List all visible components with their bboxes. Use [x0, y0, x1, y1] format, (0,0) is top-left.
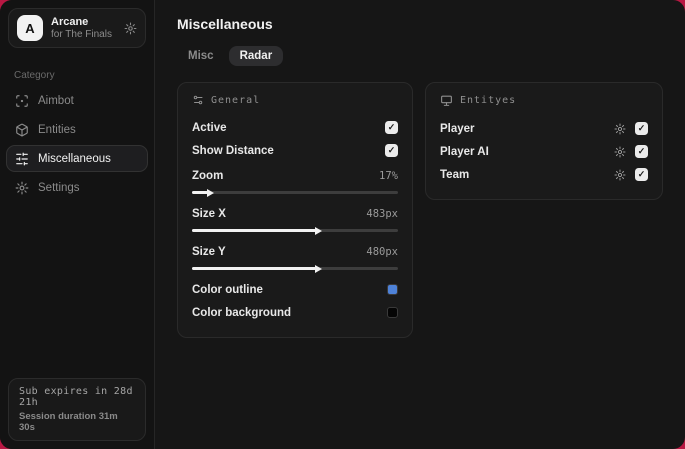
slider-label: Zoom	[192, 169, 224, 182]
slider-row-zoom: Zoom 17%	[192, 164, 398, 187]
gear-icon[interactable]	[614, 123, 626, 135]
sidebar-item-label: Settings	[38, 181, 80, 194]
slider-thumb[interactable]	[314, 264, 322, 273]
sidebar-nav: Aimbot Entities Miscellaneous Settings	[0, 87, 154, 201]
page-title: Miscellaneous	[177, 16, 273, 32]
check-icon: ✓	[637, 169, 646, 179]
checkbox-active[interactable]: ✓	[385, 121, 398, 134]
sliders-icon	[15, 152, 29, 166]
entity-row-player-ai: Player AI ✓	[440, 140, 648, 163]
tab-bar: Misc Radar	[177, 46, 663, 66]
app-window: A Arcane for The Finals Category Aimbot …	[0, 0, 685, 449]
box-icon	[15, 123, 29, 137]
slider-value: 17%	[379, 169, 398, 182]
sidebar-item-aimbot[interactable]: Aimbot	[6, 87, 148, 114]
tab-misc[interactable]: Misc	[177, 46, 225, 66]
entity-label: Player	[440, 122, 475, 135]
slider-value: 483px	[366, 207, 398, 220]
checkbox-show-distance[interactable]: ✓	[385, 144, 398, 157]
subscription-card: Sub expires in 28d 21h Session duration …	[8, 378, 146, 441]
slider-label: Size Y	[192, 245, 226, 258]
tab-radar[interactable]: Radar	[228, 46, 284, 66]
app-logo: A	[17, 15, 43, 41]
sidebar-item-miscellaneous[interactable]: Miscellaneous	[6, 145, 148, 172]
panel-title: Entityes	[460, 95, 517, 106]
settings-sliders-icon	[192, 94, 204, 106]
app-header: A Arcane for The Finals	[8, 8, 146, 48]
sidebar-item-label: Aimbot	[38, 94, 74, 107]
slider-value: 480px	[366, 245, 398, 258]
size-x-slider[interactable]	[192, 226, 398, 235]
checkbox-team[interactable]: ✓	[635, 168, 648, 181]
entities-panel: Entityes Player ✓ Player AI ✓ Team ✓	[425, 82, 663, 200]
check-icon: ✓	[637, 123, 646, 133]
zoom-slider[interactable]	[192, 188, 398, 197]
session-duration-text: Session duration 31m 30s	[19, 411, 118, 433]
checkbox-player-ai[interactable]: ✓	[635, 145, 648, 158]
sidebar-item-label: Miscellaneous	[38, 152, 111, 165]
sidebar-item-settings[interactable]: Settings	[6, 174, 148, 201]
checkbox-player[interactable]: ✓	[635, 122, 648, 135]
check-icon: ✓	[387, 122, 396, 132]
category-label: Category	[14, 70, 55, 81]
monitor-icon	[440, 94, 453, 107]
gear-icon[interactable]	[614, 169, 626, 181]
gear-icon[interactable]	[614, 146, 626, 158]
entity-row-team: Team ✓	[440, 163, 648, 186]
app-subtitle: for The Finals	[51, 28, 112, 40]
entity-row-player: Player ✓	[440, 117, 648, 140]
size-y-slider[interactable]	[192, 264, 398, 273]
gear-icon	[15, 181, 29, 195]
general-panel: General Active ✓ Show Distance ✓ Zoom 17…	[177, 82, 413, 338]
check-icon: ✓	[387, 145, 396, 155]
color-row-outline: Color outline	[192, 278, 398, 301]
color-swatch-outline[interactable]	[387, 284, 398, 295]
check-icon: ✓	[637, 146, 646, 156]
slider-row-size-y: Size Y 480px	[192, 240, 398, 263]
sidebar: A Arcane for The Finals Category Aimbot …	[0, 0, 155, 449]
gear-icon[interactable]	[124, 22, 137, 35]
toggle-label: Active	[192, 121, 227, 134]
crosshair-icon	[15, 94, 29, 108]
panel-title: General	[211, 94, 261, 106]
sidebar-item-label: Entities	[38, 123, 76, 136]
app-name: Arcane	[51, 15, 89, 28]
slider-label: Size X	[192, 207, 226, 220]
color-row-background: Color background	[192, 301, 398, 324]
slider-thumb[interactable]	[314, 226, 322, 235]
main-content: Miscellaneous Misc Radar General Active	[155, 0, 685, 449]
toggle-label: Show Distance	[192, 144, 274, 157]
sub-expiry-text: Sub expires in 28d 21h	[19, 386, 133, 408]
toggle-row-active: Active ✓	[192, 116, 398, 139]
slider-thumb[interactable]	[207, 188, 215, 197]
color-label: Color outline	[192, 283, 263, 296]
entity-label: Team	[440, 168, 470, 181]
slider-row-size-x: Size X 483px	[192, 202, 398, 225]
sidebar-item-entities[interactable]: Entities	[6, 116, 148, 143]
entity-label: Player AI	[440, 145, 489, 158]
toggle-row-show-distance: Show Distance ✓	[192, 139, 398, 162]
color-swatch-background[interactable]	[387, 307, 398, 318]
color-label: Color background	[192, 306, 292, 319]
